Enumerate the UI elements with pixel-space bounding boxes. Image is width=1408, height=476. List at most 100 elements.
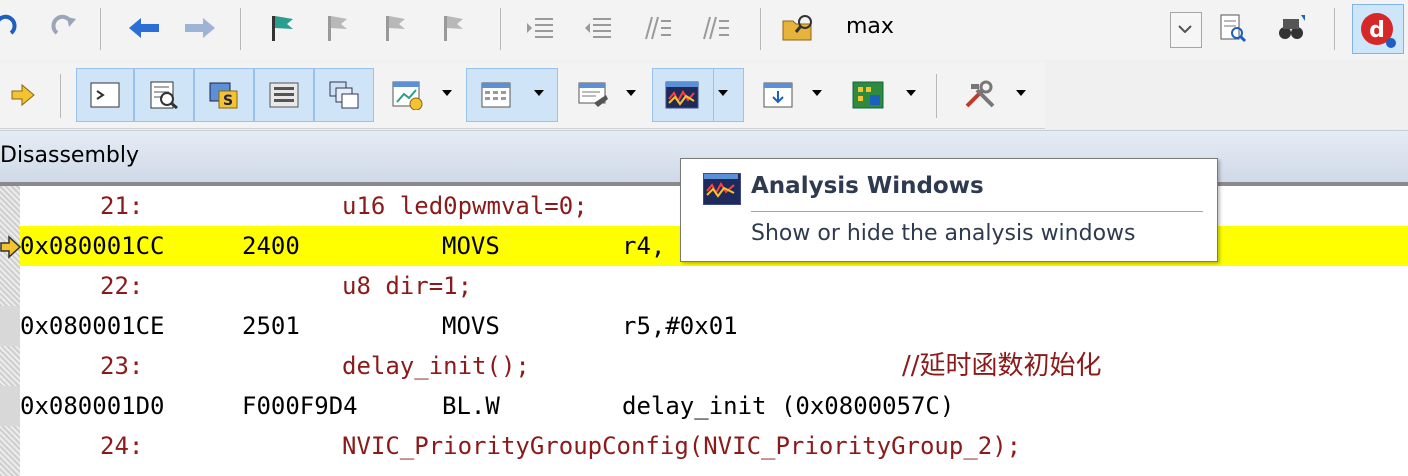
toolbar-separator bbox=[1334, 8, 1335, 50]
instruction-mnemonic: MOVS bbox=[442, 232, 500, 260]
chevron-down-icon[interactable] bbox=[626, 90, 636, 96]
chevron-down-icon[interactable] bbox=[906, 90, 916, 96]
start-stop-debug-button[interactable]: d bbox=[1352, 4, 1404, 54]
executable-line-marker[interactable] bbox=[0, 386, 20, 426]
source-line-number: 22: bbox=[100, 272, 144, 300]
serial-windows-icon bbox=[578, 82, 608, 107]
memory-windows-button[interactable] bbox=[466, 68, 558, 122]
find-combo-dropdown-button[interactable] bbox=[1170, 12, 1202, 48]
undo-icon[interactable] bbox=[0, 10, 22, 46]
toolbar-separator bbox=[240, 8, 241, 50]
svg-text:S: S bbox=[223, 93, 233, 109]
source-line[interactable]: 23: delay_init(); //延时函数初始化 bbox=[20, 346, 1408, 386]
instruction-opcode: 2501 bbox=[242, 312, 300, 340]
prev-bookmark-icon[interactable] bbox=[320, 10, 356, 46]
analysis-windows-icon bbox=[665, 81, 699, 109]
instruction-mnemonic: BL.W bbox=[442, 392, 500, 420]
svg-text:d: d bbox=[1369, 18, 1385, 43]
clear-bookmarks-icon[interactable] bbox=[436, 10, 472, 46]
indent-icon[interactable] bbox=[522, 10, 558, 46]
navigate-forward-icon[interactable] bbox=[182, 10, 218, 46]
current-pc-arrow-icon bbox=[0, 234, 22, 260]
instruction-line[interactable]: 0x080001D0 F000F9D4 BL.W delay_init (0x0… bbox=[20, 386, 1408, 426]
tooltip-divider bbox=[751, 211, 1203, 212]
find-combo-value[interactable]: max bbox=[846, 14, 894, 39]
analysis-windows-tooltip: Analysis Windows Show or hide the analys… bbox=[680, 158, 1218, 262]
source-line-number: 24: bbox=[100, 432, 144, 460]
instruction-line[interactable]: 0x080001CE 2501 MOVS r5,#0x01 bbox=[20, 306, 1408, 346]
debug-windows-toolbar: S bbox=[0, 62, 1045, 129]
next-bookmark-icon[interactable] bbox=[378, 10, 414, 46]
unindent-icon[interactable] bbox=[580, 10, 616, 46]
chevron-down-icon[interactable] bbox=[812, 90, 822, 96]
browse-symbols-icon[interactable] bbox=[1272, 10, 1308, 46]
command-window-button[interactable] bbox=[76, 68, 134, 122]
show-next-statement-button[interactable] bbox=[6, 68, 40, 122]
instruction-operands: r4, bbox=[622, 232, 666, 260]
disassembly-window-button[interactable] bbox=[134, 68, 194, 122]
registers-window-icon bbox=[269, 82, 299, 108]
arrow-right-icon bbox=[11, 83, 35, 107]
source-code: NVIC_PriorityGroupConfig(NVIC_PriorityGr… bbox=[342, 432, 1022, 460]
toolbar-separator bbox=[60, 74, 61, 118]
bookmark-flag-icon[interactable] bbox=[264, 10, 300, 46]
source-code: u16 led0pwmval=0; bbox=[342, 192, 588, 220]
instruction-address: 0x080001CE bbox=[20, 312, 165, 340]
chevron-down-icon[interactable] bbox=[442, 90, 452, 96]
instruction-operands: delay_init (0x0800057C) bbox=[622, 392, 955, 420]
tooltip-description: Show or hide the analysis windows bbox=[751, 221, 1136, 246]
toolbar-empty-area bbox=[1045, 62, 1408, 128]
toolbox-button[interactable] bbox=[956, 68, 1004, 122]
source-line-number: 21: bbox=[100, 192, 144, 220]
source-line[interactable]: 22: u8 dir=1; bbox=[20, 266, 1408, 306]
source-code: delay_init(); bbox=[342, 352, 530, 380]
call-stack-window-button[interactable] bbox=[314, 68, 374, 122]
source-code: u8 dir=1; bbox=[342, 272, 473, 300]
incremental-find-icon[interactable] bbox=[1214, 10, 1250, 46]
chevron-down-icon[interactable] bbox=[1016, 90, 1026, 96]
chevron-down-icon[interactable] bbox=[534, 90, 544, 96]
instruction-opcode: 2400 bbox=[242, 232, 300, 260]
debug-session-icon: d bbox=[1361, 13, 1396, 48]
executable-line-marker[interactable] bbox=[0, 306, 20, 346]
serial-windows-button[interactable] bbox=[572, 68, 616, 122]
call-stack-window-icon bbox=[329, 81, 359, 109]
disassembly-window-icon bbox=[150, 81, 178, 109]
toolbar-separator bbox=[760, 8, 761, 50]
trace-windows-button[interactable] bbox=[756, 68, 800, 122]
navigate-back-icon[interactable] bbox=[126, 10, 162, 46]
window-title: Disassembly bbox=[0, 143, 139, 168]
uncomment-icon[interactable] bbox=[698, 10, 734, 46]
source-line[interactable]: 24: NVIC_PriorityGroupConfig(NVIC_Priori… bbox=[20, 426, 1408, 466]
toolbox-icon bbox=[965, 80, 995, 108]
redo-icon[interactable] bbox=[46, 10, 82, 46]
source-comment: //延时函数初始化 bbox=[902, 351, 1102, 381]
system-viewer-icon bbox=[852, 81, 884, 109]
analysis-windows-button[interactable] bbox=[652, 68, 744, 122]
source-line-number: 23: bbox=[100, 352, 144, 380]
tooltip-title: Analysis Windows bbox=[751, 173, 984, 199]
comment-icon[interactable] bbox=[640, 10, 676, 46]
trace-windows-icon bbox=[763, 82, 793, 108]
chevron-down-icon[interactable] bbox=[718, 90, 728, 96]
toolbar-separator bbox=[100, 8, 101, 50]
memory-windows-icon bbox=[481, 82, 511, 108]
system-viewer-button[interactable] bbox=[846, 68, 890, 122]
watch-windows-button[interactable] bbox=[386, 68, 430, 122]
instruction-address: 0x080001CC bbox=[20, 232, 165, 260]
registers-window-button[interactable] bbox=[254, 68, 314, 122]
analysis-windows-icon bbox=[703, 173, 741, 205]
instruction-mnemonic: MOVS bbox=[442, 312, 500, 340]
toolbar-separator bbox=[936, 74, 937, 118]
chevron-down-icon bbox=[1178, 25, 1192, 33]
debug-toolbar-top: max d bbox=[0, 0, 1408, 60]
command-window-icon bbox=[90, 82, 120, 108]
symbols-window-icon: S bbox=[209, 82, 238, 109]
symbols-window-button[interactable]: S bbox=[194, 68, 254, 122]
instruction-address: 0x080001D0 bbox=[20, 392, 165, 420]
find-in-files-icon[interactable] bbox=[780, 10, 816, 46]
watch-windows-icon bbox=[392, 81, 423, 110]
toolbar-separator bbox=[500, 8, 501, 50]
instruction-opcode: F000F9D4 bbox=[242, 392, 358, 420]
instruction-operands: r5,#0x01 bbox=[622, 312, 738, 340]
